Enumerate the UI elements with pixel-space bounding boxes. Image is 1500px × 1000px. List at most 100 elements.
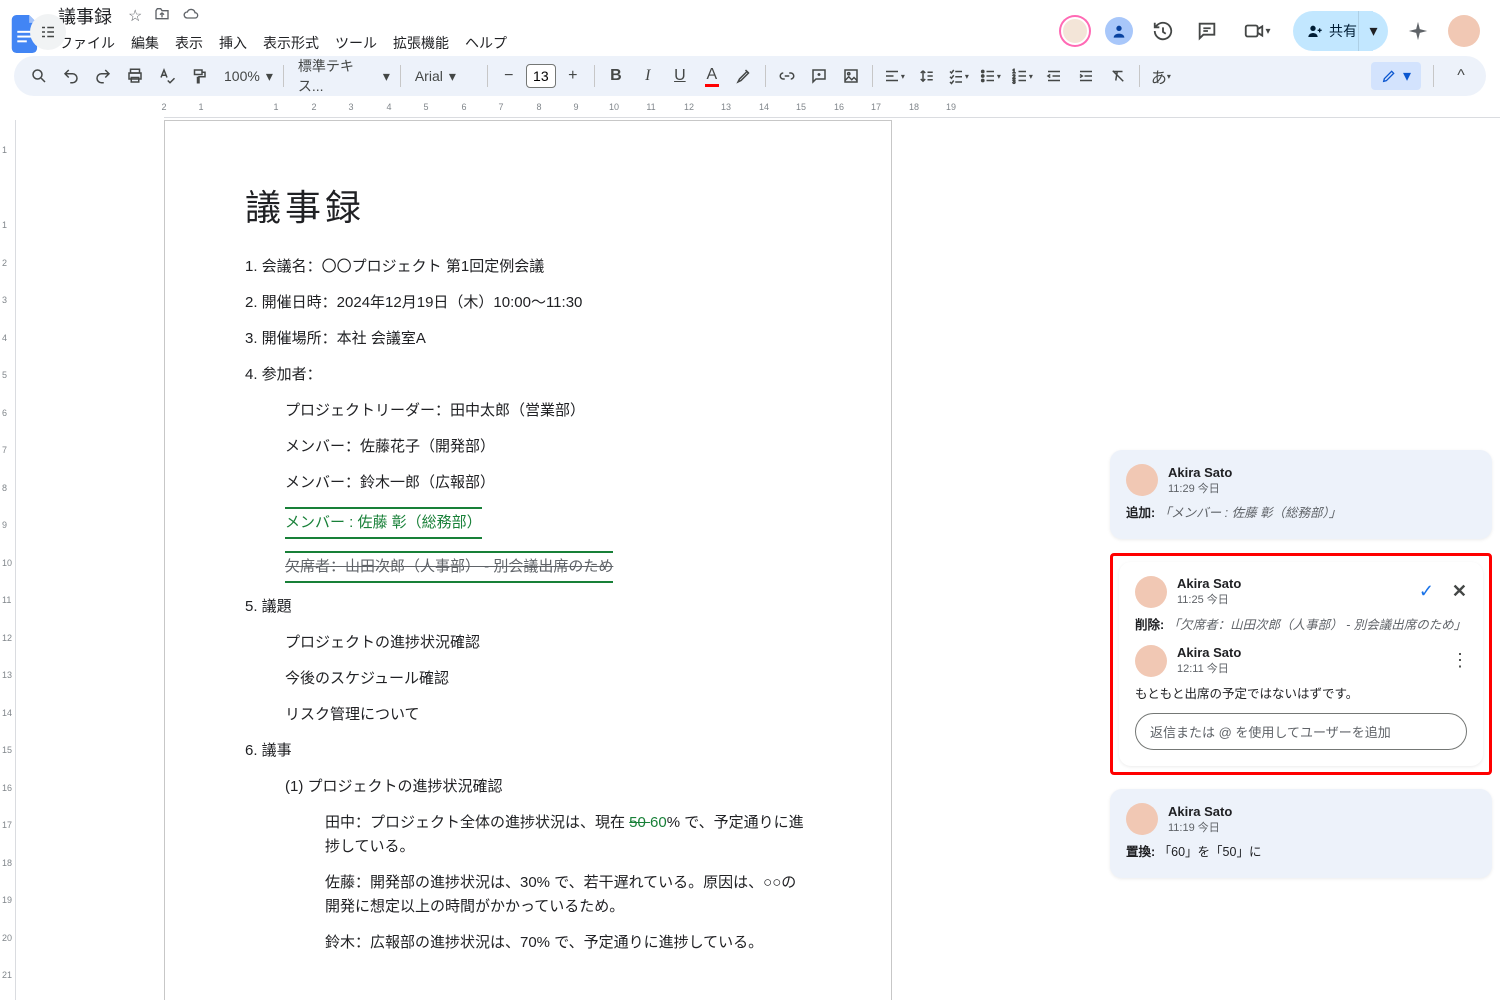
text-line: プロジェクトの進捗状況確認 <box>245 631 811 655</box>
highlight-icon[interactable] <box>729 61 759 91</box>
move-icon[interactable] <box>154 6 170 26</box>
text-line: 5. 議題 <box>245 595 811 619</box>
action-label: 置換: <box>1126 845 1155 859</box>
clear-format-icon[interactable] <box>1103 61 1133 91</box>
text-line: 4. 参加者： <box>245 363 811 387</box>
bullet-list-icon[interactable]: ▾ <box>975 61 1005 91</box>
avatar <box>1126 803 1158 835</box>
share-dropdown[interactable]: ▾ <box>1358 11 1388 51</box>
style-select[interactable]: 標準テキス...▾ <box>290 62 394 90</box>
cloud-status-icon[interactable] <box>182 6 200 26</box>
highlight-frame: Akira Sato 11:25 今日 ✓ ✕ 削除: 「欠席者：山田次郎（人事… <box>1110 553 1492 776</box>
search-icon[interactable] <box>24 61 54 91</box>
align-icon[interactable]: ▾ <box>879 61 909 91</box>
action-text: 「60」を「50」に <box>1159 845 1262 859</box>
font-size-input[interactable] <box>526 64 556 88</box>
checklist-icon[interactable]: ▾ <box>943 61 973 91</box>
horizontal-ruler[interactable]: 2112345678910111213141516171819 <box>0 102 1500 120</box>
menu-view[interactable]: 表示 <box>168 29 210 57</box>
insert-image-icon[interactable] <box>836 61 866 91</box>
comment-time: 11:19 今日 <box>1168 819 1232 835</box>
share-label: 共有 <box>1329 21 1357 41</box>
numbered-list-icon[interactable]: 123▾ <box>1007 61 1037 91</box>
text-line: 2. 開催日時：2024年12月19日（木）10:00～11:30 <box>245 291 811 315</box>
collapse-toolbar-icon[interactable]: ^ <box>1446 61 1476 91</box>
indent-increase-icon[interactable] <box>1071 61 1101 91</box>
font-decrease-icon[interactable]: − <box>494 61 524 91</box>
comment-time: 11:29 今日 <box>1168 480 1232 496</box>
comments-panel: Akira Sato 11:29 今日 追加: 「メンバー : 佐藤 彰（総務部… <box>1100 440 1500 1000</box>
reply-name: Akira Sato <box>1177 645 1241 660</box>
menu-format[interactable]: 表示形式 <box>256 29 326 57</box>
document-page[interactable]: 議事録 1. 会議名：〇〇プロジェクト 第1回定例会議 2. 開催日時：2024… <box>164 120 892 1000</box>
text-line: メンバー：佐藤花子（開発部） <box>245 435 811 459</box>
toolbar: 100%▾ 標準テキス...▾ Arial▾ − + B I U A ▾ ▾ ▾… <box>14 56 1486 96</box>
text-line: リスク管理について <box>245 703 811 727</box>
reply-text: もともと出席の予定ではないはずです。 <box>1135 685 1467 704</box>
commenter-name: Akira Sato <box>1168 804 1232 819</box>
font-increase-icon[interactable]: + <box>558 61 588 91</box>
text-line: 鈴木：広報部の進捗状況は、70% で、予定通りに進捗している。 <box>245 931 811 955</box>
suggestion-deleted: 欠席者：山田次郎（人事部） - 別会議出席のため <box>245 551 811 583</box>
account-avatar[interactable] <box>1448 15 1480 47</box>
text-line: 1. 会議名：〇〇プロジェクト 第1回定例会議 <box>245 255 811 279</box>
avatar <box>1126 464 1158 496</box>
action-label: 追加: <box>1126 506 1155 520</box>
text-line: プロジェクトリーダー：田中太郎（営業部） <box>245 399 811 423</box>
commenter-name: Akira Sato <box>1168 465 1232 480</box>
svg-text:3: 3 <box>1012 80 1015 86</box>
add-comment-icon[interactable] <box>804 61 834 91</box>
text-line: 佐藤：開発部の進捗状況は、30% で、若干遅れている。原因は、○○の開発に想定以… <box>245 871 811 919</box>
font-select[interactable]: Arial▾ <box>407 62 481 90</box>
reply-input[interactable]: 返信または @ を使用してユーザーを追加 <box>1135 713 1467 750</box>
more-icon[interactable]: ⋮ <box>1451 650 1467 671</box>
action-text: 「欠席者：山田次郎（人事部） - 別会議出席のため」 <box>1168 618 1467 632</box>
outline-toggle-icon[interactable] <box>30 14 66 50</box>
italic-icon[interactable]: I <box>633 61 663 91</box>
zoom-select[interactable]: 100%▾ <box>216 62 277 90</box>
commenter-name: Akira Sato <box>1177 576 1241 591</box>
star-icon[interactable]: ☆ <box>128 6 142 26</box>
line-spacing-icon[interactable] <box>911 61 941 91</box>
spellcheck-icon[interactable] <box>152 61 182 91</box>
text-line: 今後のスケジュール確認 <box>245 667 811 691</box>
history-icon[interactable] <box>1149 17 1177 45</box>
redo-icon[interactable] <box>88 61 118 91</box>
undo-icon[interactable] <box>56 61 86 91</box>
ime-icon[interactable]: あ▾ <box>1146 61 1176 91</box>
suggestion-card[interactable]: Akira Sato 11:29 今日 追加: 「メンバー : 佐藤 彰（総務部… <box>1110 450 1492 539</box>
underline-icon[interactable]: U <box>665 61 695 91</box>
text-line: 3. 開催場所：本社 会議室A <box>245 327 811 351</box>
text-line: 田中：プロジェクト全体の進捗状況は、現在 50 60% で、予定通りに進捗してい… <box>245 811 811 859</box>
menu-insert[interactable]: 挿入 <box>212 29 254 57</box>
menu-edit[interactable]: 編集 <box>124 29 166 57</box>
menu-extensions[interactable]: 拡張機能 <box>386 29 456 57</box>
collaborator-avatar[interactable] <box>1061 17 1089 45</box>
vertical-ruler[interactable]: 1123456789101112131415161718192021 <box>0 120 16 1000</box>
menu-tools[interactable]: ツール <box>328 29 384 57</box>
suggestion-card-active[interactable]: Akira Sato 11:25 今日 ✓ ✕ 削除: 「欠席者：山田次郎（人事… <box>1119 562 1483 767</box>
gemini-icon[interactable] <box>1404 17 1432 45</box>
comments-icon[interactable] <box>1193 17 1221 45</box>
avatar <box>1135 576 1167 608</box>
anon-collaborator-icon[interactable] <box>1105 17 1133 45</box>
meet-icon[interactable]: ▾ <box>1237 17 1277 45</box>
top-bar: 議事録 ☆ ファイル 編集 表示 挿入 表示形式 ツール 拡張機能 ヘルプ ▾ <box>0 0 1500 56</box>
indent-decrease-icon[interactable] <box>1039 61 1069 91</box>
link-icon[interactable] <box>772 61 802 91</box>
bold-icon[interactable]: B <box>601 61 631 91</box>
text-line: 6. 議事 <box>245 739 811 763</box>
reject-icon[interactable]: ✕ <box>1452 581 1467 602</box>
text-color-icon[interactable]: A <box>697 61 727 91</box>
paint-format-icon[interactable] <box>184 61 214 91</box>
accept-icon[interactable]: ✓ <box>1419 581 1434 602</box>
comment-time: 11:25 今日 <box>1177 591 1241 607</box>
menu-bar: ファイル 編集 表示 挿入 表示形式 ツール 拡張機能 ヘルプ <box>52 29 514 57</box>
avatar <box>1135 645 1167 677</box>
editing-mode-button[interactable]: ▾ <box>1371 62 1421 90</box>
print-icon[interactable] <box>120 61 150 91</box>
text-line: メンバー：鈴木一郎（広報部） <box>245 471 811 495</box>
suggestion-card[interactable]: Akira Sato 11:19 今日 置換: 「60」を「50」に <box>1110 789 1492 878</box>
menu-help[interactable]: ヘルプ <box>458 29 514 57</box>
reply-time: 12:11 今日 <box>1177 660 1241 676</box>
